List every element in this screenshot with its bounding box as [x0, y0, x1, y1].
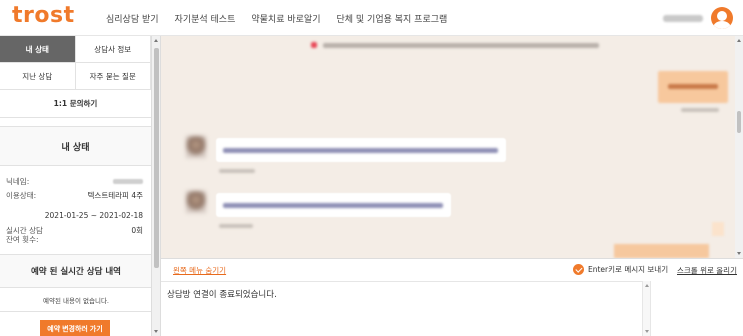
- change-reservation-button[interactable]: 예약 변경하러 가기: [40, 320, 110, 336]
- counselor-avatar: [186, 191, 206, 213]
- reservation-title: 예약 된 실시간 상담 내역: [0, 254, 151, 288]
- top-navigation-bar: trost 심리상담 받기 자기분석 테스트 약물치료 바로알기 단체 및 기업…: [0, 0, 743, 36]
- usage-row: 이용상태: 텍스트테라피 4주: [6, 190, 143, 202]
- scroll-up-icon[interactable]: [644, 284, 649, 287]
- scroll-down-icon[interactable]: [644, 330, 649, 333]
- chat-scrollbar[interactable]: [735, 36, 743, 258]
- blurred-document-icon: [712, 222, 724, 236]
- trost-logo[interactable]: trost: [12, 3, 75, 28]
- blurred-username: [663, 14, 703, 22]
- counselor-avatar: [186, 136, 206, 158]
- scrollbar-thumb[interactable]: [154, 48, 159, 268]
- blurred-message-text: [223, 148, 498, 153]
- scrollbar-thumb[interactable]: [737, 111, 741, 133]
- nav-self-test[interactable]: 자기분석 테스트: [175, 12, 236, 25]
- left-sidebar: 내 상태 상담사 정보 지난 상담 자주 묻는 질문 1:1 문의하기 내 상태…: [0, 36, 152, 336]
- usage-value: 텍스트테라피 4주: [87, 191, 143, 200]
- blurred-my-text: [668, 84, 718, 89]
- blurred-indicator: [311, 42, 317, 48]
- remaining-row-2: 잔여 횟수:: [6, 234, 143, 246]
- tab-my-status[interactable]: 내 상태: [0, 36, 76, 63]
- send-area: [652, 281, 743, 336]
- remaining-label-2: 잔여 횟수:: [6, 235, 39, 244]
- remaining-label-1: 실시간 상담: [6, 226, 43, 235]
- blurred-my-message: [614, 244, 709, 258]
- enter-to-send-label[interactable]: Enter키로 메시지 보내기: [588, 264, 668, 275]
- chat-message-area[interactable]: [161, 36, 735, 258]
- scroll-up-icon[interactable]: [736, 39, 741, 42]
- blurred-message-text: [223, 203, 443, 208]
- message-input[interactable]: 상담방 연결이 종료되었습니다.: [161, 281, 643, 336]
- sidebar-tabs: 내 상태 상담사 정보 지난 상담 자주 묻는 질문 1:1 문의하기: [0, 36, 151, 118]
- scroll-up-icon[interactable]: [154, 39, 158, 42]
- tab-counselor-info[interactable]: 상담사 정보: [75, 36, 151, 63]
- enter-to-send-option[interactable]: Enter키로 메시지 보내기: [573, 264, 668, 275]
- message-input-scrollbar[interactable]: [643, 281, 651, 336]
- nav-counseling[interactable]: 심리상담 받기: [106, 12, 159, 25]
- usage-label: 이용상태:: [6, 191, 37, 200]
- nav-medication[interactable]: 약물치료 바로알기: [251, 12, 320, 25]
- main-nav: 심리상담 받기 자기분석 테스트 약물치료 바로알기 단체 및 기업용 복지 프…: [106, 12, 447, 25]
- remaining-value: 0회: [131, 226, 143, 235]
- inquiry-button[interactable]: 1:1 문의하기: [0, 90, 151, 118]
- nickname-label: 닉네임:: [6, 177, 30, 186]
- tab-faq[interactable]: 자주 묻는 질문: [75, 63, 151, 90]
- period-row: 2021-01-25 ~ 2021-02-18: [6, 211, 143, 223]
- sidebar-scrollbar[interactable]: [152, 36, 161, 336]
- hide-left-menu-link[interactable]: 왼쪽 메뉴 숨기기: [173, 265, 226, 276]
- user-avatar-icon[interactable]: [711, 7, 733, 29]
- blurred-system-message: [323, 43, 599, 48]
- remaining-row: 실시간 상담 0회: [6, 225, 143, 235]
- nickname-row: 닉네임:: [6, 176, 143, 188]
- period-value: 2021-01-25 ~ 2021-02-18: [44, 211, 143, 220]
- blurred-nickname: [113, 179, 143, 184]
- user-menu[interactable]: [663, 7, 733, 29]
- blurred-time: [219, 224, 253, 228]
- scroll-to-top-link[interactable]: 스크롤 위로 올리기: [677, 265, 737, 276]
- chat-controls-bar: 왼쪽 메뉴 숨기기 Enter키로 메시지 보내기 스크롤 위로 올리기: [161, 258, 743, 280]
- status-info: 닉네임: 이용상태: 텍스트테라피 4주 2021-01-25 ~ 2021-0…: [0, 166, 151, 246]
- blurred-time: [219, 169, 255, 173]
- scroll-down-icon[interactable]: [736, 252, 741, 255]
- reservation-empty-message: 예약된 내용이 없습니다.: [0, 288, 151, 312]
- scroll-down-icon[interactable]: [154, 330, 158, 333]
- check-circle-icon[interactable]: [573, 264, 584, 275]
- status-section-title: 내 상태: [0, 126, 151, 166]
- tab-past-sessions[interactable]: 지난 상담: [0, 63, 76, 90]
- nav-enterprise[interactable]: 단체 및 기업용 복지 프로그램: [336, 12, 447, 25]
- blurred-time: [681, 108, 719, 112]
